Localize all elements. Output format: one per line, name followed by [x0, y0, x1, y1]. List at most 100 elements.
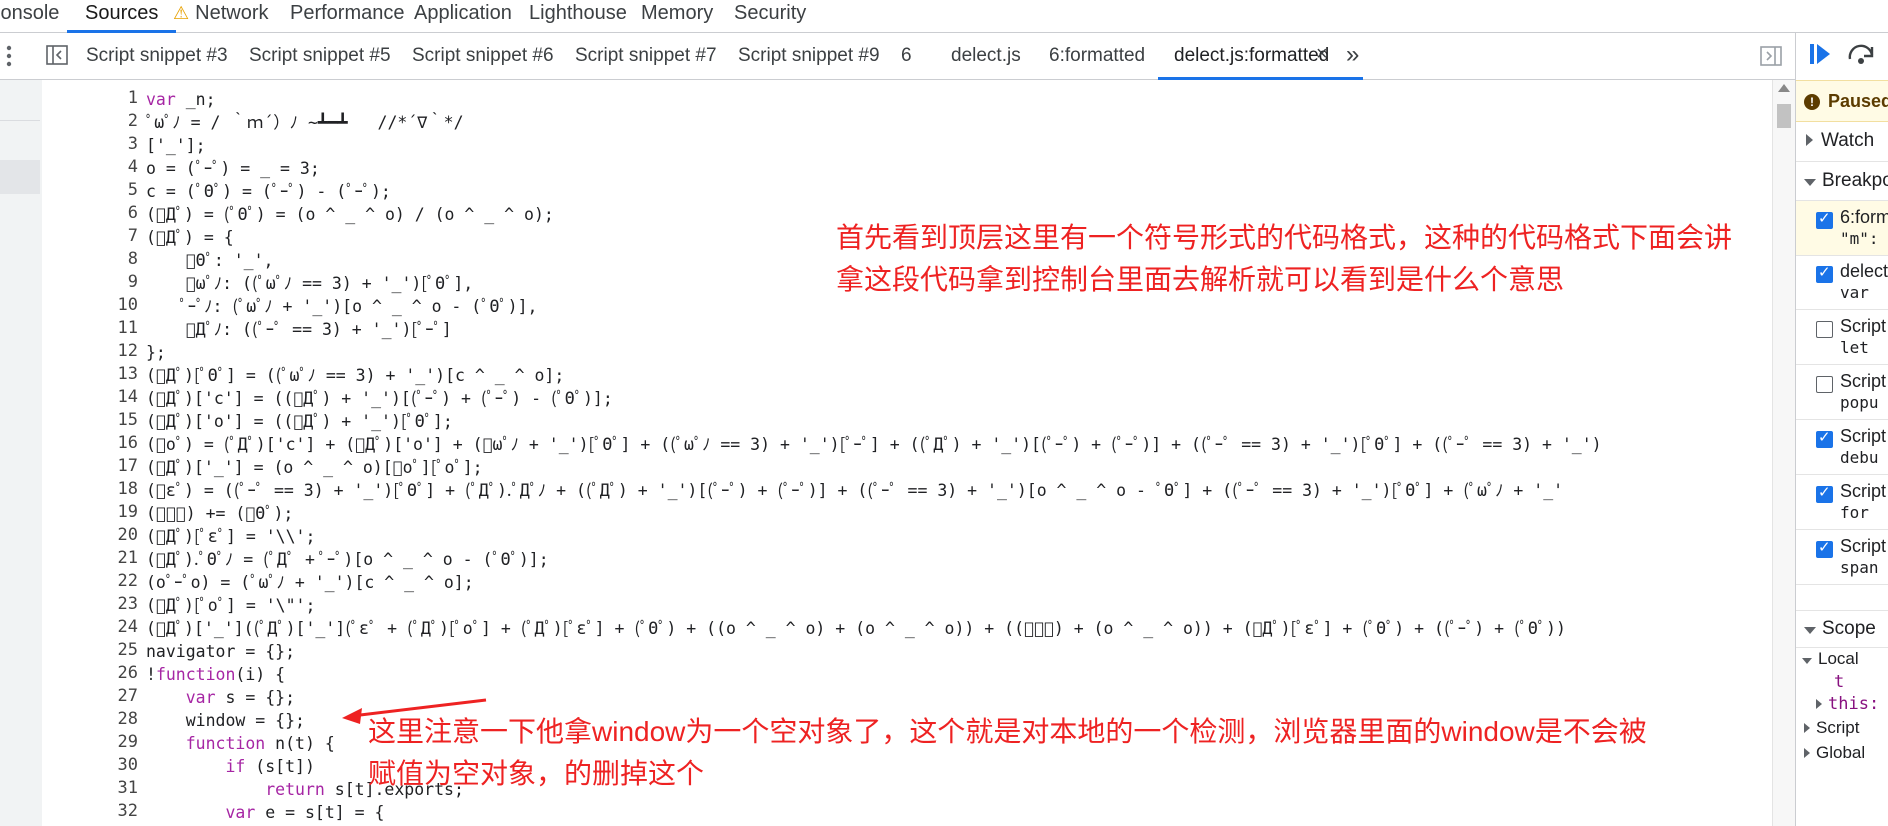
line-number[interactable]: 26 — [48, 663, 138, 683]
tab-performance[interactable]: Performance — [290, 0, 405, 32]
code-line[interactable]: var _n; — [146, 88, 216, 111]
scrollbar-thumb[interactable] — [1777, 104, 1791, 128]
code-line[interactable]: navigator = {}; — [146, 640, 295, 663]
code-line[interactable]: }; — [146, 341, 166, 364]
line-number[interactable]: 28 — [48, 709, 138, 729]
breakpoint-item[interactable]: delect.js var — [1796, 255, 1888, 310]
breakpoint-item[interactable]: Script span — [1796, 530, 1888, 585]
line-number[interactable]: 21 — [48, 548, 138, 568]
tab-network[interactable]: ⚠ Network — [173, 0, 269, 32]
breakpoint-item[interactable]: Script let — [1796, 310, 1888, 365]
breakpoint-checkbox[interactable] — [1816, 263, 1833, 283]
code-line[interactable]: ﾟΘﾟ: '_', — [146, 249, 274, 272]
scope-script[interactable]: Script — [1796, 716, 1888, 740]
code-line[interactable]: (ﾟДﾟ).ﾟΘﾟﾉ = (ﾟДﾟ + ﾟｰﾟ)[o ^ _ ^ o - (ﾟΘ… — [146, 548, 549, 571]
breakpoint-item[interactable]: Script for — [1796, 475, 1888, 530]
line-number[interactable]: 7 — [48, 226, 138, 246]
line-number[interactable]: 2 — [48, 111, 138, 131]
code-line[interactable]: ﾟωﾟﾉ: ((ﾟωﾟﾉ == 3) + '_')[ﾟΘﾟ], — [146, 272, 473, 295]
more-options-icon[interactable] — [6, 45, 12, 67]
code-line[interactable]: ['_']; — [146, 134, 206, 157]
file-tab-6[interactable]: 6 — [901, 33, 912, 79]
line-number[interactable]: 1 — [48, 88, 138, 108]
line-number[interactable]: 5 — [48, 180, 138, 200]
line-number[interactable]: 20 — [48, 525, 138, 545]
file-tab-snippet-9[interactable]: Script snippet #9 — [738, 33, 880, 79]
breakpoint-checkbox[interactable] — [1816, 321, 1833, 338]
scroll-up-arrow-icon[interactable] — [1778, 84, 1790, 92]
file-tab-snippet-3[interactable]: Script snippet #3 — [86, 33, 228, 79]
close-tab-icon[interactable]: × — [1316, 43, 1328, 66]
code-line[interactable]: (ﾟДﾟ)['_']((ﾟДﾟ)['_'](ﾟεﾟ + (ﾟДﾟ)[ﾟoﾟ] +… — [146, 617, 1566, 640]
file-tab-snippet-6[interactable]: Script snippet #6 — [412, 33, 554, 79]
line-number[interactable]: 23 — [48, 594, 138, 614]
line-number[interactable]: 25 — [48, 640, 138, 660]
tab-lighthouse[interactable]: Lighthouse — [529, 0, 627, 32]
code-line[interactable]: (ﾟДﾟ)['_'] = (o ^ _ ^ o)[ﾟoﾟ][ﾟoﾟ]; — [146, 456, 483, 479]
breakpoints-section-header[interactable]: Breakpoints — [1796, 162, 1888, 201]
line-number[interactable]: 32 — [48, 801, 138, 821]
step-over-icon[interactable] — [1846, 43, 1876, 70]
breakpoint-checkbox[interactable] — [1816, 428, 1833, 448]
tab-memory[interactable]: Memory — [641, 0, 713, 32]
scope-local-var[interactable]: t — [1796, 671, 1888, 693]
watch-section-header[interactable]: Watch — [1796, 121, 1888, 162]
code-line[interactable]: c = (ﾟΘﾟ) = (ﾟｰﾟ) - (ﾟｰﾟ); — [146, 180, 391, 203]
scope-local-this[interactable]: this: — [1796, 693, 1888, 715]
line-number[interactable]: 10 — [48, 295, 138, 315]
code-line[interactable]: (ﾟoﾟ) = (ﾟДﾟ)['c'] + (ﾟДﾟ)['o'] + (ﾟωﾟﾉ … — [146, 433, 1602, 456]
code-line[interactable]: (oﾟｰﾟo) = (ﾟωﾟﾉ + '_')[c ^ _ ^ o]; — [146, 571, 474, 594]
line-number-gutter[interactable]: 1 2 3 4 5 6 7 8 9 10 11 12 13 14 15 16 17 18 19 20 21 22 23 24 2… — [42, 80, 142, 826]
line-number[interactable]: 3 — [48, 134, 138, 154]
code-line[interactable]: function n(t) { — [146, 732, 335, 755]
line-number[interactable]: 13 — [48, 364, 138, 384]
code-line[interactable]: var e = s[t] = { — [146, 801, 384, 824]
breakpoint-item[interactable]: Script debu — [1796, 420, 1888, 475]
line-number[interactable]: 11 — [48, 318, 138, 338]
editor-scrollbar[interactable] — [1772, 80, 1795, 826]
line-number[interactable]: 22 — [48, 571, 138, 591]
code-line[interactable]: window = {}; — [146, 709, 305, 732]
breakpoint-checkbox[interactable] — [1816, 538, 1833, 558]
code-line[interactable]: (ﾟДﾟ) = (ﾟΘﾟ) = (o ^ _ ^ o) / (o ^ _ ^ o… — [146, 203, 554, 226]
code-line[interactable]: ﾟｰﾟﾉ: (ﾟωﾟﾉ + '_')[o ^ _ ^ o - (ﾟΘﾟ)], — [146, 295, 538, 318]
code-line[interactable]: (ﾟДﾟ) = { — [146, 226, 234, 249]
tab-security[interactable]: Security — [734, 0, 806, 32]
file-tab-delect-js-formatted[interactable]: delect.js:formatted — [1157, 33, 1364, 80]
scope-section-header[interactable]: Scope — [1796, 610, 1888, 648]
line-number[interactable]: 6 — [48, 203, 138, 223]
breakpoint-checkbox[interactable] — [1816, 376, 1833, 393]
tab-application[interactable]: Application — [414, 0, 512, 32]
navigator-selected-item[interactable] — [0, 160, 40, 194]
breakpoint-checkbox[interactable] — [1816, 483, 1833, 503]
file-tab-6-formatted[interactable]: 6:formatted — [1049, 33, 1145, 79]
line-number[interactable]: 14 — [48, 387, 138, 407]
tab-sources[interactable]: Sources — [66, 0, 177, 33]
code-line[interactable]: (ﾟｰﾟ) += (ﾟΘﾟ); — [146, 502, 293, 525]
file-tab-snippet-5[interactable]: Script snippet #5 — [249, 33, 391, 79]
toggle-debugger-icon[interactable] — [1760, 46, 1782, 71]
breakpoint-checkbox[interactable] — [1816, 209, 1833, 229]
code-line[interactable]: (ﾟДﾟ)[ﾟoﾟ] = '\"'; — [146, 594, 315, 617]
resume-icon[interactable] — [1808, 41, 1832, 72]
line-number[interactable]: 29 — [48, 732, 138, 752]
line-number[interactable]: 15 — [48, 410, 138, 430]
tab-console[interactable]: Console — [0, 0, 59, 32]
code-line[interactable]: (ﾟεﾟ) = ((ﾟｰﾟ == 3) + '_')[ﾟΘﾟ] + (ﾟДﾟ).… — [146, 479, 1563, 502]
line-number[interactable]: 24 — [48, 617, 138, 637]
code-line[interactable]: if (s[t]) — [146, 755, 314, 778]
code-line[interactable]: (ﾟДﾟ)['o'] = ((ﾟДﾟ) + '_')[ﾟΘﾟ]; — [146, 410, 453, 433]
line-number[interactable]: 8 — [48, 249, 138, 269]
code-line[interactable]: !function(i) { — [146, 663, 285, 686]
code-line[interactable]: var s = {}; — [146, 686, 295, 709]
line-number[interactable]: 12 — [48, 341, 138, 361]
line-number[interactable]: 18 — [48, 479, 138, 499]
line-number[interactable]: 30 — [48, 755, 138, 775]
line-number[interactable]: 17 — [48, 456, 138, 476]
scope-global[interactable]: Global — [1796, 741, 1888, 765]
file-tab-delect-js[interactable]: delect.js — [951, 33, 1021, 79]
breakpoint-item[interactable]: 6:formatted "m": — [1796, 201, 1888, 256]
line-number[interactable]: 19 — [48, 502, 138, 522]
code-line[interactable]: (ﾟДﾟ)[ﾟεﾟ] = '\\'; — [146, 525, 315, 548]
scope-local[interactable]: Local — [1796, 647, 1888, 671]
